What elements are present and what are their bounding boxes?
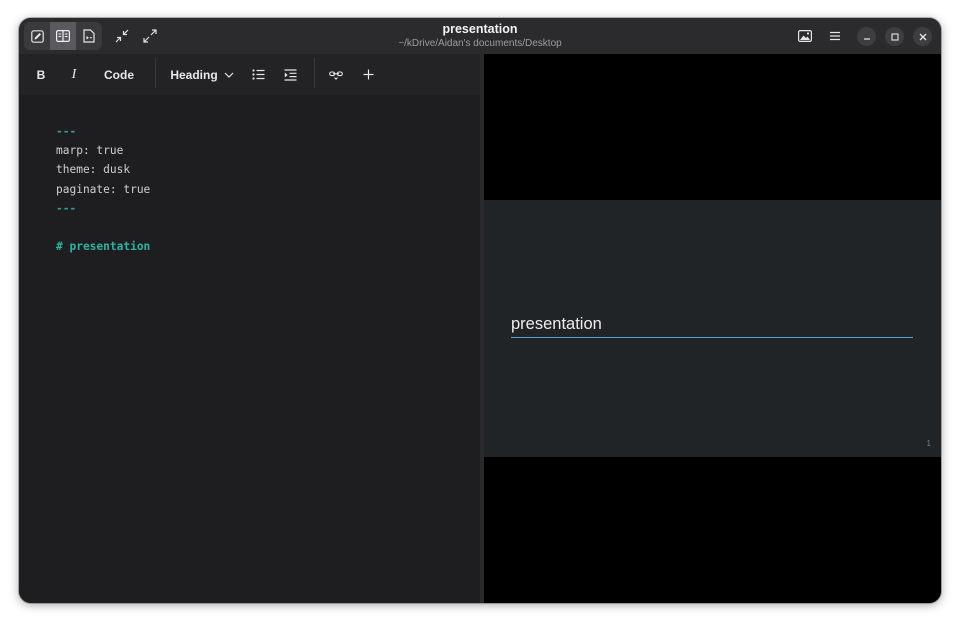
maximize-icon [890, 32, 899, 41]
insert-more-button[interactable] [354, 61, 382, 88]
chevron-down-icon [224, 72, 234, 78]
code-line: paginate: true [56, 182, 151, 196]
italic-button[interactable]: I [64, 61, 84, 88]
shrink-icon [115, 29, 129, 43]
bullet-list-icon [251, 69, 264, 80]
minimize-icon [863, 37, 870, 40]
markdown-editor-pane: B I Code Heading --- marp: true theme: d… [19, 54, 480, 603]
code-button[interactable]: Code [101, 61, 137, 88]
slide-title: presentation [511, 315, 913, 338]
bullet-list-button[interactable] [244, 61, 272, 88]
toolbar-separator [155, 58, 156, 88]
plus-icon [363, 69, 373, 80]
hamburger-menu-icon [830, 31, 840, 41]
close-icon [919, 33, 926, 40]
shrink-button[interactable] [108, 22, 136, 50]
insert-image-button[interactable] [791, 22, 819, 50]
minimize-button[interactable] [857, 27, 876, 46]
code-line: marp: true [56, 144, 124, 158]
split-view-button[interactable] [50, 22, 76, 50]
app-window: presentation ~/kDrive/Aidan's documents/… [19, 18, 941, 603]
titlebar: presentation ~/kDrive/Aidan's documents/… [19, 18, 941, 54]
preview-document-icon [83, 29, 95, 43]
toolbar-separator [314, 58, 315, 88]
editor-only-view-button[interactable] [24, 22, 50, 50]
edit-icon [30, 29, 44, 43]
slide: presentation 1 [484, 200, 941, 457]
code-line: --- [56, 125, 77, 138]
format-toolbar: B I Code Heading [19, 54, 480, 95]
close-button[interactable] [913, 27, 932, 46]
code-line: theme: dusk [56, 163, 131, 177]
markdown-text-area[interactable]: --- marp: true theme: dusk paginate: tru… [56, 122, 150, 256]
slide-page-number: 1 [926, 439, 931, 448]
maximize-button[interactable] [885, 27, 904, 46]
link-icon [329, 70, 343, 80]
code-line: --- [56, 201, 77, 215]
insert-link-button[interactable] [322, 61, 350, 88]
indent-button[interactable] [276, 61, 304, 88]
slide-preview-pane: presentation 1 [484, 54, 941, 603]
code-line: # presentation [56, 240, 151, 254]
indent-icon [284, 68, 296, 81]
split-view-icon [56, 30, 70, 42]
preview-only-view-button[interactable] [76, 22, 102, 50]
heading-dropdown-label: Heading [170, 67, 218, 82]
image-icon [798, 30, 812, 42]
heading-dropdown[interactable]: Heading [167, 61, 237, 88]
view-mode-group [24, 22, 102, 50]
main-menu-button[interactable] [821, 22, 849, 50]
bold-button[interactable]: B [31, 61, 51, 88]
expand-icon [143, 29, 157, 43]
expand-button[interactable] [136, 22, 164, 50]
